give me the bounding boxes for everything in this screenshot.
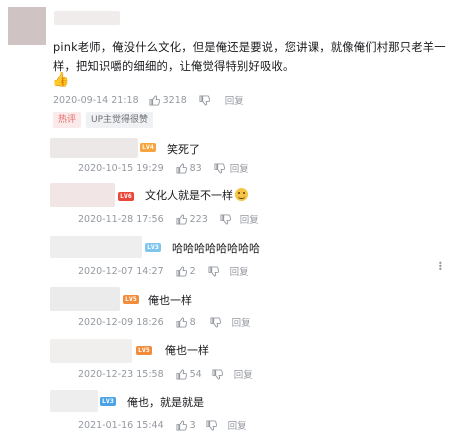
thumbs-up-icon — [176, 214, 187, 225]
reply-meta: 2020-12-09 18:26 8 回复 — [78, 315, 251, 330]
reply-avatar-name[interactable] — [50, 339, 132, 363]
reply-text-content: 文化人就是不一样 — [145, 189, 233, 202]
reply-button[interactable]: 回复 — [228, 418, 247, 432]
reply-avatar-name[interactable] — [50, 183, 115, 207]
reply-meta: 2021-01-16 15:44 3 回复 — [78, 418, 247, 433]
reply-button[interactable]: 回复 — [225, 93, 244, 107]
reply-avatar-name[interactable] — [50, 138, 138, 158]
thumbs-up-icon — [176, 163, 187, 174]
reply-meta: 2020-10-15 19:29 83 回复 — [78, 161, 249, 176]
like-button[interactable]: 2 — [176, 266, 196, 277]
like-button[interactable]: 8 — [176, 317, 196, 328]
like-count: 3218 — [162, 94, 187, 106]
thumbs-up-icon — [176, 317, 187, 328]
thumbs-down-icon[interactable] — [212, 369, 223, 380]
level-badge: LV6 — [118, 192, 134, 201]
like-button[interactable]: 54 — [176, 369, 202, 380]
reply-date: 2021-01-16 15:44 — [78, 419, 164, 431]
thumbs-down-icon[interactable] — [208, 266, 219, 277]
like-count: 2 — [189, 265, 196, 277]
like-count: 8 — [189, 316, 196, 328]
level-badge: LV4 — [140, 143, 156, 152]
reply-text: 文化人就是不一样 — [145, 187, 248, 203]
reply-meta: 2020-11-28 17:56 223 回复 — [78, 212, 259, 227]
thumbs-up-icon — [176, 369, 187, 380]
like-button[interactable]: 3218 — [149, 95, 187, 106]
comment-text: pink老师，俺没什么文化，但是俺还是要说，您讲课，就像俺们村那只老羊一样，把知… — [53, 41, 446, 73]
reply-text: 俺也，就是就是 — [127, 396, 204, 409]
thumbs-down-icon[interactable] — [210, 317, 221, 328]
reply-date: 2020-12-09 18:26 — [78, 316, 164, 328]
hot-comment-badge: 热评 — [53, 112, 82, 128]
reply-meta: 2020-12-23 15:58 54 回复 — [78, 367, 253, 382]
reply-button[interactable]: 回复 — [240, 212, 259, 226]
like-count: 83 — [189, 162, 202, 174]
reply-date: 2020-11-28 17:56 — [78, 213, 164, 225]
reply-date: 2020-12-23 15:58 — [78, 368, 164, 380]
reply-button[interactable]: 回复 — [230, 161, 249, 175]
like-count: 54 — [189, 368, 202, 380]
reply-avatar-name[interactable] — [50, 287, 120, 311]
reply-button[interactable]: 回复 — [234, 367, 253, 381]
level-badge: LV5 — [136, 346, 152, 355]
like-button[interactable]: 83 — [176, 163, 202, 174]
thumbs-up-icon — [149, 95, 160, 106]
more-vertical-icon[interactable]: • • • — [438, 260, 443, 274]
thumbs-up-icon — [176, 266, 187, 277]
like-button[interactable]: 223 — [176, 214, 208, 225]
thumbs-down-icon[interactable] — [199, 95, 210, 106]
thumbs-up-icon — [176, 420, 187, 431]
reply-avatar-name[interactable] — [50, 390, 98, 412]
laughing-emoji-icon — [235, 188, 248, 201]
reply-text: 俺也一样 — [148, 294, 192, 307]
comment-meta: 2020-09-14 21:18 3218 回复 — [53, 93, 244, 108]
like-count: 3 — [189, 419, 196, 431]
thumbs-down-icon[interactable] — [206, 420, 217, 431]
like-count: 223 — [189, 213, 208, 225]
reply-button[interactable]: 回复 — [230, 264, 249, 278]
reply-text: 哈哈哈哈哈哈哈哈 — [172, 242, 260, 255]
reply-date: 2020-10-15 19:29 — [78, 162, 164, 174]
username[interactable] — [54, 11, 120, 25]
reply-avatar-name[interactable] — [50, 236, 142, 258]
thumbs-up-emoji: 👍 — [52, 72, 70, 88]
reply-meta: 2020-12-07 14:27 2 回复 — [78, 264, 249, 279]
up-liked-badge: UP主觉得很赞 — [86, 112, 154, 128]
user-avatar[interactable] — [8, 7, 46, 45]
thumbs-down-icon[interactable] — [220, 214, 231, 225]
level-badge: LV3 — [145, 243, 161, 252]
like-button[interactable]: 3 — [176, 420, 196, 431]
level-badge: LV5 — [123, 295, 139, 304]
level-badge: LV3 — [100, 397, 116, 406]
reply-text: 笑死了 — [167, 143, 200, 156]
reply-date: 2020-12-07 14:27 — [78, 265, 164, 277]
comment-date: 2020-09-14 21:18 — [53, 94, 139, 106]
thumbs-down-icon[interactable] — [214, 163, 225, 174]
reply-button[interactable]: 回复 — [232, 315, 251, 329]
reply-text: 俺也一样 — [165, 344, 209, 357]
